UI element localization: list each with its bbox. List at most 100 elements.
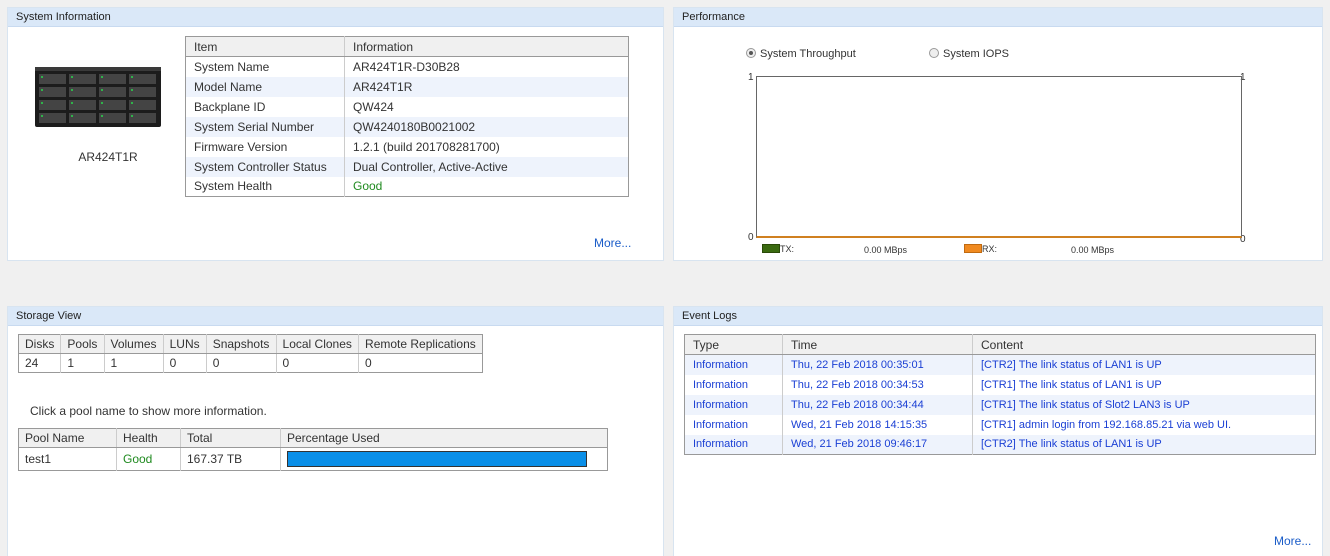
table-row: 24 1 1 0 0 0 0 <box>19 353 483 373</box>
system-info-more-link[interactable]: More... <box>594 236 631 250</box>
event-type: Information <box>693 378 749 391</box>
event-logs-table: Type Time Content Information Thu, 22 Feb… <box>684 334 1316 455</box>
row-value: QW4240180B0021002 <box>344 116 629 137</box>
column-header-snapshots: Snapshots <box>205 334 277 354</box>
table-row: Model Name AR424T1R <box>185 76 629 97</box>
storage-view-panel: Storage View Disks Pools Volumes LUNs Sn… <box>7 306 664 556</box>
column-header-local-clones: Local Clones <box>275 334 359 354</box>
column-header-pool-name: Pool Name <box>18 428 117 448</box>
column-header-content: Content <box>972 334 1316 355</box>
table-row: Backplane ID QW424 <box>186 96 629 117</box>
system-health-status: Good <box>344 176 629 197</box>
event-type: Information <box>684 354 783 375</box>
radio-selected-icon[interactable] <box>746 48 756 58</box>
event-logs-title: Event Logs <box>674 307 1322 326</box>
column-header-pools: Pools <box>60 334 104 354</box>
rx-legend-swatch <box>964 244 982 253</box>
column-header-percentage-used: Percentage Used <box>280 428 608 448</box>
row-item: System Serial Number <box>185 116 345 137</box>
throughput-chart-area <box>756 76 1242 238</box>
event-time: Thu, 22 Feb 2018 00:35:01 <box>782 354 973 375</box>
rx-value: 0.00 MBps <box>1071 245 1115 255</box>
throughput-radio-option[interactable]: System Throughput <box>746 48 856 60</box>
row-item: Model Name <box>185 76 345 97</box>
row-value: AR424T1R-D30B28 <box>344 56 629 77</box>
event-type: Information <box>684 434 783 455</box>
luns-count: 0 <box>162 353 207 373</box>
pool-total: 167.37 TB <box>180 447 281 471</box>
event-content: [CTR2] The link status of LAN1 is UP <box>972 434 1316 455</box>
table-row[interactable]: test1 Good 167.37 TB <box>19 447 608 471</box>
event-content: [CTR1] The link status of Slot2 LAN3 is … <box>972 394 1316 415</box>
tx-legend-swatch <box>762 244 780 253</box>
table-row[interactable]: Information Wed, 21 Feb 2018 09:46:17 [CTR… <box>684 434 1316 455</box>
table-row: System Serial Number QW4240180B0021002 <box>185 116 629 137</box>
column-header-total: Total <box>180 428 281 448</box>
row-value: AR424T1R <box>344 76 629 97</box>
tx-value: 0.00 MBps <box>864 245 908 255</box>
pool-usage-bar-fill <box>288 452 586 466</box>
event-type: Information <box>684 394 783 415</box>
row-value: 1.2.1 (build 201708281700) <box>344 136 629 157</box>
pool-table: Pool Name Health Total Percentage Used t… <box>18 428 608 471</box>
performance-panel: Performance System Throughput System IOP… <box>673 7 1323 261</box>
radio-unselected-icon[interactable] <box>929 48 939 58</box>
pools-count: 1 <box>60 353 104 373</box>
rx-legend: RX: <box>964 244 997 254</box>
event-type: Information <box>693 418 749 431</box>
event-content: [CTR2] The link status of LAN1 is UP <box>972 354 1316 375</box>
iops-radio-option[interactable]: System IOPS <box>929 48 1009 60</box>
pool-hint-text: Click a pool name to show more informati… <box>30 404 267 418</box>
y-axis-min-left: 0 <box>748 232 754 243</box>
remote-replications-count: 0 <box>358 353 483 373</box>
event-content: [CTR1] admin login from 192.168.85.21 vi… <box>972 414 1316 435</box>
event-time: Thu, 22 Feb 2018 00:34:53 <box>782 374 973 395</box>
performance-title: Performance <box>674 8 1322 27</box>
row-item: Firmware Version <box>194 139 288 154</box>
event-content: [CTR1] The link status of LAN1 is UP <box>972 374 1316 395</box>
table-header-row: Disks Pools Volumes LUNs Snapshots Local… <box>18 334 483 354</box>
snapshots-count: 0 <box>205 353 277 373</box>
column-header-luns: LUNs <box>162 334 207 354</box>
tx-legend-label: TX: <box>780 244 795 254</box>
row-value: QW424 <box>344 96 629 117</box>
row-item: System Name <box>194 59 270 74</box>
tx-legend: TX: <box>762 244 794 254</box>
table-row[interactable]: Information Thu, 22 Feb 2018 00:35:01 [CTR… <box>684 354 1316 375</box>
table-row: Firmware Version 1.2.1 (build 20170828170… <box>186 136 629 157</box>
device-model-label: AR424T1R <box>78 150 138 164</box>
column-header-type: Type <box>684 334 783 355</box>
y-axis-max-left: 1 <box>748 72 754 83</box>
pool-name-link[interactable]: test1 <box>19 448 117 471</box>
column-header-time: Time <box>782 334 973 355</box>
iops-radio-label: System IOPS <box>943 48 1010 60</box>
row-value: Dual Controller, Active-Active <box>344 156 629 177</box>
local-clones-count: 0 <box>275 353 359 373</box>
system-info-table: Item Information System Name AR424T1R-D30… <box>185 36 629 197</box>
column-header-remote-replications: Remote Replications <box>358 334 483 354</box>
pool-health-status: Good <box>116 447 181 471</box>
table-row: System Health Good <box>186 176 629 197</box>
row-item: System Health <box>194 179 273 194</box>
table-row[interactable]: Information Thu, 22 Feb 2018 00:34:44 [CTR… <box>684 394 1316 415</box>
storage-view-title: Storage View <box>8 307 663 326</box>
pool-usage-bar-track <box>287 451 587 467</box>
column-header-item: Item <box>185 36 345 57</box>
event-time: Thu, 22 Feb 2018 00:34:44 <box>782 394 973 415</box>
event-time: Wed, 21 Feb 2018 14:15:35 <box>782 414 973 435</box>
table-row: System Controller Status Dual Controller,… <box>185 156 629 177</box>
table-header-row: Type Time Content <box>684 334 1316 355</box>
volumes-count: 1 <box>103 353 164 373</box>
table-row[interactable]: Information Thu, 22 Feb 2018 00:34:53 [CTR… <box>685 374 1316 395</box>
disks-count: 24 <box>25 356 39 370</box>
event-logs-more-link[interactable]: More... <box>1274 534 1311 548</box>
column-header-disks: Disks <box>18 334 61 354</box>
event-logs-panel: Event Logs Type Time Content Information… <box>673 306 1323 556</box>
table-row[interactable]: Information Wed, 21 Feb 2018 14:15:35 [CTR… <box>685 414 1316 435</box>
row-item: System Controller Status <box>185 156 345 177</box>
column-header-volumes: Volumes <box>103 334 164 354</box>
storage-device-image <box>35 67 161 127</box>
column-header-health: Health <box>116 428 181 448</box>
event-time: Wed, 21 Feb 2018 09:46:17 <box>782 434 973 455</box>
pool-usage-cell <box>280 447 608 471</box>
